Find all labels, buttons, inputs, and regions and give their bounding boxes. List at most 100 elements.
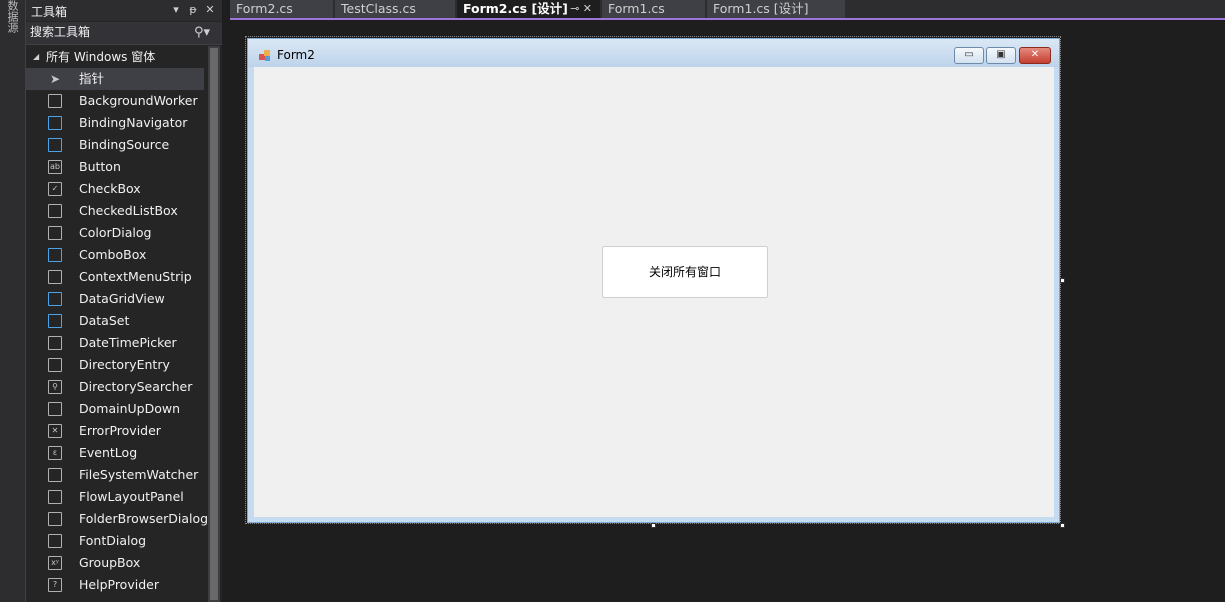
toolbox-item-directorysearcher[interactable]: ⚲ DirectorySearcher [26, 376, 204, 398]
toolbox-item-checkedlistbox[interactable]: CheckedListBox [26, 200, 204, 222]
toolbox-item-backgroundworker[interactable]: BackgroundWorker [26, 90, 204, 112]
toolbox-item-pointer[interactable]: ➤ 指针 [26, 68, 204, 90]
toolbox-search-box: ⚲▾ [26, 22, 222, 45]
close-all-windows-button[interactable]: 关闭所有窗口 [602, 246, 768, 298]
tab-label: Form1.cs [608, 1, 665, 16]
toolbox-item-groupbox[interactable]: xʸ GroupBox [26, 552, 204, 574]
chevron-down-icon[interactable]: ▾ [169, 2, 183, 18]
toolbox-item-colordialog[interactable]: ColorDialog [26, 222, 204, 244]
toolbox-item-label: BackgroundWorker [79, 93, 198, 108]
data-grid-view-icon [48, 292, 62, 306]
close-window-button[interactable]: ✕ [1019, 47, 1051, 64]
toolbox-item-label: GroupBox [79, 555, 141, 570]
tab-label: Form2.cs [设计] [463, 1, 568, 16]
toolbox-item-label: ComboBox [79, 247, 147, 262]
tab-label: TestClass.cs [341, 1, 416, 16]
toolbox-item-button[interactable]: ab Button [26, 156, 204, 178]
toolbox-item-label: CheckBox [79, 181, 141, 196]
dataset-icon [48, 314, 62, 328]
background-worker-icon [48, 94, 62, 108]
toolbox-item-folderbrowserdialog[interactable]: FolderBrowserDialog [26, 508, 208, 530]
context-menu-strip-icon [48, 270, 62, 284]
toolbox-item-directoryentry[interactable]: DirectoryEntry [26, 354, 204, 376]
toolbox-scrollbar[interactable] [208, 46, 220, 602]
toolbox-item-label: DataSet [79, 313, 130, 328]
form2-window[interactable]: Form2 ▭ ▣ ✕ 关闭所有窗口 [247, 38, 1060, 523]
toolbox-item-contextmenustrip[interactable]: ContextMenuStrip [26, 266, 204, 288]
toolbox-item-flowlayoutpanel[interactable]: FlowLayoutPanel [26, 486, 204, 508]
toolbox-search-input[interactable] [30, 24, 190, 40]
toolbox-item-eventlog[interactable]: ε EventLog [26, 442, 204, 464]
pin-icon[interactable]: ᵽ [186, 2, 200, 18]
folder-browser-dialog-icon [48, 512, 62, 526]
toolbox-item-label: FolderBrowserDialog [79, 511, 209, 526]
directory-entry-icon [48, 358, 62, 372]
resize-handle-right[interactable] [1060, 278, 1065, 283]
combobox-icon [48, 248, 62, 262]
button-ab-icon: ab [48, 160, 62, 174]
toolbox-item-list: ➤ 指针 BackgroundWorker BindingNavigator Bindi… [26, 68, 208, 596]
help-provider-icon: ? [48, 578, 62, 592]
toolbox-group-header[interactable]: ◢ 所有 Windows 窗体 [26, 46, 204, 68]
file-system-watcher-icon [48, 468, 62, 482]
domain-updown-icon [48, 402, 62, 416]
toolbox-panel: 工具箱 ▾ ᵽ ✕ ⚲▾ ◢ 所有 Windows 窗体 ➤ 指针 Backgrou… [26, 0, 222, 602]
toolbox-item-label: CheckedListBox [79, 203, 178, 218]
toolbox-item-domainupdown[interactable]: DomainUpDown [26, 398, 204, 420]
toolbox-item-label: DirectoryEntry [79, 357, 170, 372]
form-titlebar[interactable]: Form2 ▭ ▣ ✕ [248, 39, 1059, 67]
expand-triangle-icon: ◢ [33, 52, 40, 61]
form-title: Form2 [277, 48, 315, 62]
pointer-arrow-icon: ➤ [49, 72, 61, 86]
tab-form1-cs[interactable]: Form1.cs [602, 0, 705, 18]
toolbox-item-label: DataGridView [79, 291, 165, 306]
flow-layout-panel-icon [48, 490, 62, 504]
toolbox-item-label: 指针 [79, 71, 105, 86]
event-log-icon: ε [48, 446, 62, 460]
tab-form2-design[interactable]: Form2.cs [设计] ⊸ ✕ [457, 0, 600, 18]
tab-label: Form1.cs [设计] [713, 1, 809, 16]
toolbox-item-label: FileSystemWatcher [79, 467, 199, 482]
color-dialog-icon [48, 226, 62, 240]
search-icon[interactable]: ⚲▾ [194, 25, 218, 41]
checkbox-icon: ✓ [48, 182, 62, 196]
close-icon[interactable]: ✕ [203, 2, 217, 18]
document-area: Form2.cs TestClass.cs Form2.cs [设计] ⊸ ✕ … [230, 0, 1225, 602]
toolbox-item-label: DomainUpDown [79, 401, 181, 416]
toolbox-item-label: DateTimePicker [79, 335, 177, 350]
toolbox-item-checkbox[interactable]: ✓ CheckBox [26, 178, 204, 200]
toolbox-group-label: 所有 Windows 窗体 [46, 50, 156, 64]
font-dialog-icon [48, 534, 62, 548]
toolbox-item-datagridview[interactable]: DataGridView [26, 288, 204, 310]
toolbox-item-datetimepicker[interactable]: DateTimePicker [26, 332, 204, 354]
toolbox-item-label: DirectorySearcher [79, 379, 193, 394]
toolbox-item-label: FontDialog [79, 533, 147, 548]
data-sources-tab[interactable]: 数据源 [3, 0, 21, 40]
binding-source-icon [48, 138, 62, 152]
maximize-button[interactable]: ▣ [986, 47, 1016, 64]
toolbox-item-label: FlowLayoutPanel [79, 489, 184, 504]
toolbox-item-fontdialog[interactable]: FontDialog [26, 530, 204, 552]
scrollbar-thumb[interactable] [210, 48, 218, 600]
directory-searcher-icon: ⚲ [48, 380, 62, 394]
resize-handle-corner[interactable] [1060, 523, 1065, 528]
minimize-button[interactable]: ▭ [954, 47, 984, 64]
pin-icon[interactable]: ⊸ ✕ [570, 0, 592, 18]
tab-form2-cs[interactable]: Form2.cs [230, 0, 333, 18]
active-tab-underline [230, 18, 1225, 20]
form-client-area[interactable]: 关闭所有窗口 [254, 67, 1054, 517]
toolbox-item-bindingsource[interactable]: BindingSource [26, 134, 204, 156]
toolbox-item-label: EventLog [79, 445, 138, 460]
toolbox-item-filesystemwatcher[interactable]: FileSystemWatcher [26, 464, 204, 486]
toolbox-item-dataset[interactable]: DataSet [26, 310, 204, 332]
toolbox-item-combobox[interactable]: ComboBox [26, 244, 204, 266]
toolbox-item-bindingnavigator[interactable]: BindingNavigator [26, 112, 204, 134]
toolbox-item-helpprovider[interactable]: ? HelpProvider [26, 574, 204, 596]
toolbox-item-label: Button [79, 159, 121, 174]
toolbox-item-errorprovider[interactable]: ✕ ErrorProvider [26, 420, 204, 442]
tab-form1-design[interactable]: Form1.cs [设计] [707, 0, 845, 18]
toolbox-title: 工具箱 [31, 5, 68, 19]
resize-handle-bottom[interactable] [651, 523, 656, 528]
toolbox-item-label: ErrorProvider [79, 423, 161, 438]
tab-testclass-cs[interactable]: TestClass.cs [335, 0, 455, 18]
